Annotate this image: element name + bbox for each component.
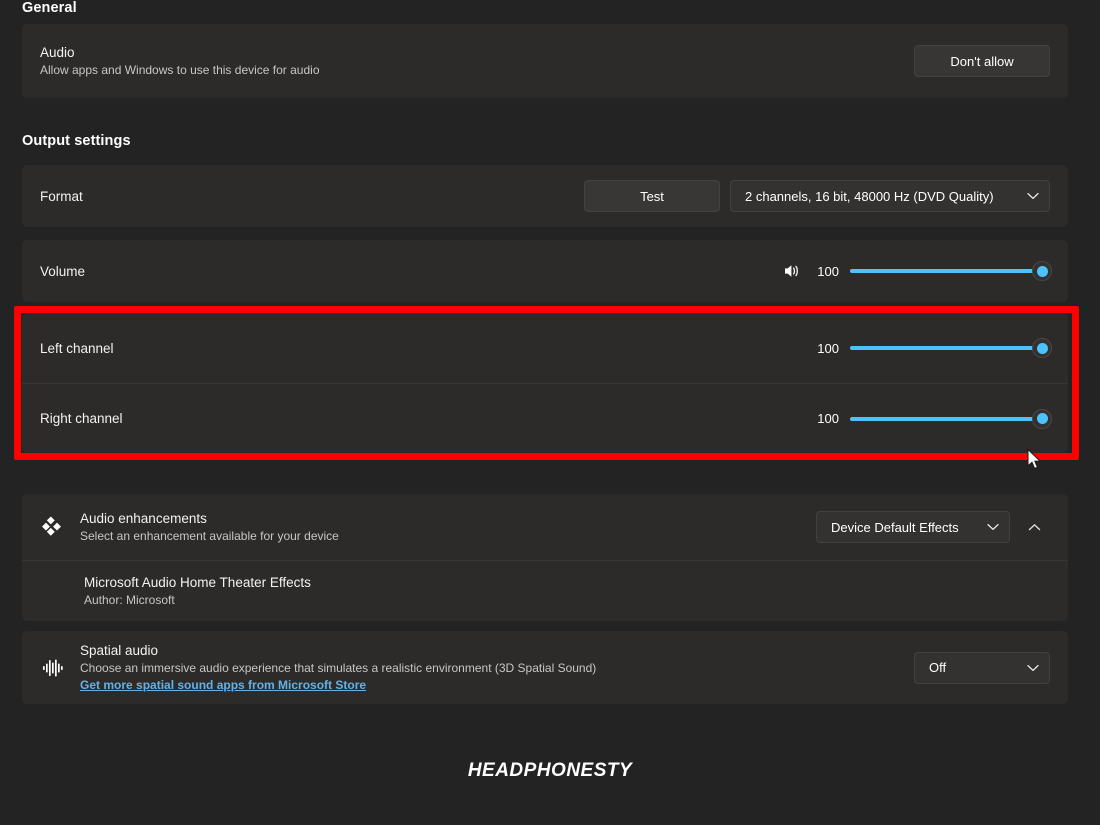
right-channel-slider[interactable] xyxy=(850,408,1052,430)
chevron-down-icon xyxy=(1015,192,1039,200)
left-channel-label: Left channel xyxy=(40,340,114,356)
chevron-down-icon xyxy=(1015,664,1039,672)
format-card: Format Test 2 channels, 16 bit, 48000 Hz… xyxy=(22,165,1068,227)
audio-card: Audio Allow apps and Windows to use this… xyxy=(22,24,1068,98)
volume-card: Volume 100 xyxy=(22,240,1068,302)
audio-enhancement-item-row[interactable]: Microsoft Audio Home Theater Effects Aut… xyxy=(22,560,1068,621)
left-channel-slider-thumb[interactable] xyxy=(1032,338,1052,358)
audio-enhancement-item-title: Microsoft Audio Home Theater Effects xyxy=(84,575,311,590)
audio-waveform-icon xyxy=(40,657,66,679)
volume-slider-thumb[interactable] xyxy=(1032,261,1052,281)
chevron-up-icon xyxy=(1028,523,1041,532)
watermark-headphonesty: HEADPHONESTY xyxy=(467,760,633,781)
settings-page: General Audio Allow apps and Windows to … xyxy=(0,0,1100,825)
audio-enhancement-item-texts: Microsoft Audio Home Theater Effects Aut… xyxy=(84,575,311,607)
section-heading-output-settings: Output settings xyxy=(22,133,131,149)
right-channel-label: Right channel xyxy=(40,411,123,426)
audio-enhancements-row[interactable]: Audio enhancements Select an enhancement… xyxy=(22,494,1068,560)
left-channel-slider[interactable] xyxy=(850,337,1052,359)
volume-slider-track xyxy=(850,269,1050,273)
spatial-audio-texts: Spatial audio Choose an immersive audio … xyxy=(80,643,596,692)
volume-slider-group: 100 xyxy=(782,260,1052,282)
diamonds-enhancement-icon xyxy=(40,516,66,538)
spatial-audio-description: Choose an immersive audio experience tha… xyxy=(80,661,597,675)
audio-enhancements-expander-button[interactable] xyxy=(1018,511,1050,543)
chevron-down-icon xyxy=(975,523,999,531)
format-row: Format Test 2 channels, 16 bit, 48000 Hz… xyxy=(22,165,1068,227)
spatial-audio-label: Spatial audio xyxy=(80,643,159,658)
spatial-audio-dropdown[interactable]: Off xyxy=(914,651,1050,684)
volume-slider[interactable] xyxy=(850,260,1052,282)
audio-enhancements-dropdown[interactable]: Device Default Effects xyxy=(816,511,1010,543)
right-channel-value: 100 xyxy=(817,411,839,426)
audio-enhancements-dropdown-value: Device Default Effects xyxy=(831,519,959,535)
audio-row-label: Audio xyxy=(40,45,75,60)
left-channel-value: 100 xyxy=(817,340,839,356)
dont-allow-button[interactable]: Don't allow xyxy=(914,45,1050,77)
test-format-button[interactable]: Test xyxy=(584,180,720,212)
volume-row-label: Volume xyxy=(40,263,86,279)
format-dropdown[interactable]: 2 channels, 16 bit, 48000 Hz (DVD Qualit… xyxy=(730,180,1050,212)
volume-row: Volume 100 xyxy=(22,240,1068,302)
volume-value: 100 xyxy=(817,263,839,279)
left-channel-slider-track xyxy=(850,346,1050,350)
left-channel-slider-group: 100 xyxy=(813,337,1052,359)
right-channel-row: Right channel 100 xyxy=(22,383,1068,453)
audio-enhancement-item-author: Author: Microsoft xyxy=(84,593,175,607)
spatial-audio-dropdown-value: Off xyxy=(929,660,947,675)
speaker-volume-icon[interactable] xyxy=(782,261,802,281)
spatial-audio-card: Spatial audio Choose an immersive audio … xyxy=(22,631,1068,704)
audio-row-description: Allow apps and Windows to use this devic… xyxy=(40,63,320,77)
spatial-audio-store-link[interactable]: Get more spatial sound apps from Microso… xyxy=(80,678,366,692)
channels-card: Left channel 100 Right channel 100 xyxy=(22,313,1068,453)
audio-row-texts: Audio Allow apps and Windows to use this… xyxy=(40,45,320,77)
section-heading-general: General xyxy=(22,0,77,16)
audio-enhancements-description: Select an enhancement available for your… xyxy=(80,529,339,543)
right-channel-slider-group: 100 xyxy=(813,408,1052,430)
audio-enhancements-label: Audio enhancements xyxy=(80,511,207,526)
audio-enhancements-texts: Audio enhancements Select an enhancement… xyxy=(80,511,339,543)
right-channel-slider-thumb[interactable] xyxy=(1032,408,1052,429)
left-channel-row: Left channel 100 xyxy=(22,313,1068,383)
audio-enhancements-card: Audio enhancements Select an enhancement… xyxy=(22,494,1068,621)
format-row-label: Format xyxy=(40,188,83,204)
right-channel-slider-track xyxy=(850,416,1050,421)
spatial-audio-row: Spatial audio Choose an immersive audio … xyxy=(22,631,1068,704)
audio-row: Audio Allow apps and Windows to use this… xyxy=(22,24,1068,98)
format-dropdown-value: 2 channels, 16 bit, 48000 Hz (DVD Qualit… xyxy=(745,188,994,204)
